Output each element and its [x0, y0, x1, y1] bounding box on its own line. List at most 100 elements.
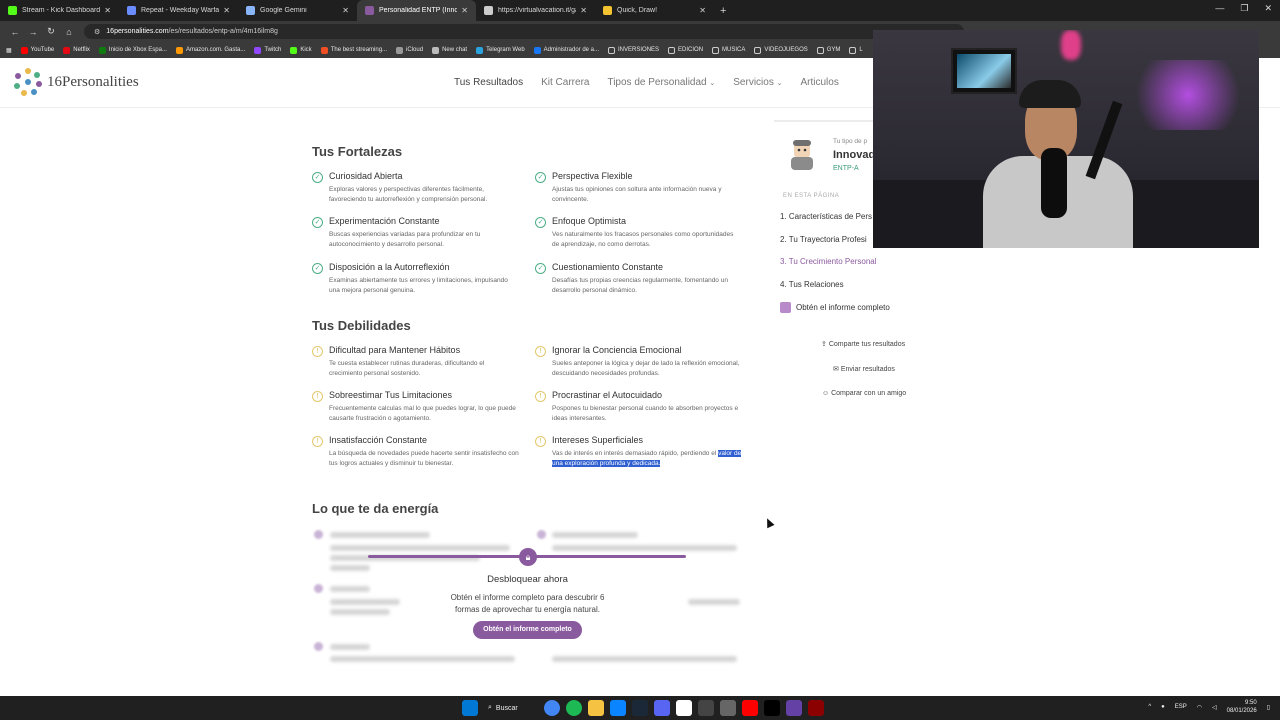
bookmark-item[interactable]: YouTube [20, 46, 54, 54]
home-icon[interactable]: ⌂ [60, 27, 78, 37]
bookmark-item[interactable]: iCloud [396, 46, 423, 54]
close-icon[interactable]: ✕ [580, 6, 587, 15]
bookmark-item[interactable]: New chat [432, 46, 467, 54]
close-window-icon[interactable]: ✕ [1264, 3, 1272, 14]
wifi-icon[interactable]: ◠ [1197, 704, 1202, 711]
main-nav: Tus Resultados Kit Carrera Tipos de Pers… [454, 77, 839, 88]
chevron-up-icon[interactable]: ^ [1148, 704, 1151, 710]
app-icon[interactable] [720, 700, 736, 716]
bookmark-folder[interactable]: GYM [816, 46, 840, 54]
amazon-icon [175, 46, 183, 54]
bookmark-folder[interactable]: EDICION [668, 46, 703, 54]
url-field[interactable]: ⚙ 16personalities.com/es/resultados/entp… [84, 24, 964, 39]
twitch-icon[interactable] [786, 700, 802, 716]
nav-kit-carrera[interactable]: Kit Carrera [541, 77, 589, 88]
browser-tab-bar: Stream - Kick Dashboard ✕ Repeat - Weekda… [0, 0, 1280, 21]
toc-item-caracteristicas[interactable]: 1. Características de Pers [780, 212, 872, 221]
bookmark-item[interactable]: The best streaming... [320, 46, 387, 54]
get-full-report-button[interactable]: Obtén el informe completo [473, 621, 582, 639]
bookmark-item[interactable]: Telegram Web [476, 46, 525, 54]
bookmark-item[interactable]: Administrador de a... [533, 46, 599, 54]
volume-icon[interactable]: ◁ [1212, 704, 1217, 711]
new-tab-button[interactable]: + [720, 5, 726, 17]
alert-icon: ! [535, 436, 546, 447]
obs-icon[interactable] [698, 700, 714, 716]
chrome-icon[interactable] [544, 700, 560, 716]
site-info-icon[interactable]: ⚙ [94, 28, 100, 36]
browser-tab[interactable]: Quick, Draw! ✕ [595, 0, 714, 21]
alert-icon: ! [535, 346, 546, 357]
forward-icon[interactable]: → [24, 27, 42, 37]
discord-icon[interactable] [654, 700, 670, 716]
microphone-icon[interactable]: ● [1161, 704, 1165, 710]
spotify-icon[interactable] [566, 700, 582, 716]
taskbar-search[interactable]: ⌕ Buscar [488, 704, 534, 712]
bookmark-item[interactable]: Netflix [63, 46, 90, 54]
weakness-desc-selected[interactable]: Vas de interés en interés demasiado rápi… [552, 449, 742, 469]
minimize-icon[interactable]: — [1215, 3, 1224, 14]
webcam-overlay [873, 30, 1259, 248]
bookmark-item[interactable]: Twitch [254, 46, 281, 54]
clock[interactable]: 9:50 08/01/2026 [1227, 699, 1257, 715]
youtube-icon[interactable] [742, 700, 758, 716]
browser-tab[interactable]: Google Gemini ✕ [238, 0, 357, 21]
windows-start-icon[interactable] [462, 700, 478, 716]
close-icon[interactable]: ✕ [699, 6, 706, 15]
close-icon[interactable]: ✕ [461, 6, 468, 15]
mail-icon: ✉ [833, 366, 839, 373]
sidebar-report-link[interactable]: Obtén el informe completo [780, 302, 890, 313]
browser-tab[interactable]: https://virtualvacation.it/game✕ [476, 0, 595, 21]
notifications-icon[interactable]: ▯ [1267, 704, 1270, 711]
folder-icon [849, 46, 857, 54]
bookmark-folder[interactable]: MUSICA [712, 46, 745, 54]
explorer-icon[interactable] [588, 700, 604, 716]
type-label: Tu tipo de p [833, 138, 868, 145]
check-icon: ✓ [535, 172, 546, 183]
twitch-icon [254, 46, 262, 54]
url-path: /es/resultados/entp-a/m/4m16ilm8g [168, 28, 278, 35]
language-indicator[interactable]: ESP [1175, 704, 1187, 710]
compare-friend-link[interactable]: ☺ Comparar con un amigo [822, 390, 906, 397]
kick-icon [290, 46, 298, 54]
back-icon[interactable]: ← [6, 27, 24, 37]
system-tray: ^ ● ESP ◠ ◁ 9:50 08/01/2026 ▯ [1148, 699, 1270, 715]
app-icon[interactable] [808, 700, 824, 716]
tiktok-icon[interactable] [764, 700, 780, 716]
browser-tab[interactable]: Repeat - Weekday Warfare - E✕ [119, 0, 238, 21]
steam-icon[interactable] [632, 700, 648, 716]
share-icon: ⇪ [821, 341, 827, 348]
nav-articulos[interactable]: Articulos [801, 77, 839, 88]
browser-tab-active[interactable]: Personalidad ENTP (Innovador)✕ [357, 0, 476, 21]
check-icon: ✓ [312, 172, 323, 183]
nav-servicios[interactable]: Servicios ⌄ [733, 77, 782, 88]
bookmark-item[interactable]: Amazon.com. Gasta... [175, 46, 245, 54]
close-icon[interactable]: ✕ [223, 6, 230, 15]
bookmark-item[interactable]: Inicio de Xbox Espa... [98, 46, 167, 54]
kick-icon [8, 6, 17, 15]
reload-icon[interactable]: ↻ [42, 26, 60, 37]
apps-icon[interactable]: ▦ [6, 47, 12, 54]
bookmark-folder[interactable]: INVERSIONES [608, 46, 659, 54]
bookmark-item[interactable]: Kick [290, 46, 312, 54]
clock-time: 9:50 [1245, 700, 1257, 706]
mouse-cursor-icon [763, 516, 775, 529]
bookmark-folder[interactable]: VIDEOJUEGOS [754, 46, 808, 54]
chevron-down-icon: ⌄ [776, 80, 783, 87]
browser-tab[interactable]: Stream - Kick Dashboard ✕ [0, 0, 119, 21]
close-icon[interactable]: ✕ [342, 6, 349, 15]
share-results-link[interactable]: ⇪ Comparte tus resultados [821, 340, 905, 348]
site-logo[interactable]: 16Personalities [14, 68, 139, 96]
close-icon[interactable]: ✕ [104, 6, 111, 15]
nav-tipos-personalidad[interactable]: Tipos de Personalidad ⌄ [607, 77, 715, 88]
nav-tus-resultados[interactable]: Tus Resultados [454, 77, 523, 88]
maximize-icon[interactable]: ❐ [1240, 3, 1248, 14]
toc-item-relaciones[interactable]: 4. Tus Relaciones [780, 280, 844, 289]
app-icon[interactable] [610, 700, 626, 716]
alert-icon: ! [312, 346, 323, 357]
toc-item-trayectoria[interactable]: 2. Tu Trayectoria Profesi [780, 235, 867, 244]
email-results-link[interactable]: ✉ Enviar resultados [833, 365, 895, 373]
bookmark-folder[interactable]: L [849, 46, 863, 54]
app-icon[interactable] [676, 700, 692, 716]
toc-item-crecimiento[interactable]: 3. Tu Crecimiento Personal [780, 257, 877, 266]
chevron-down-icon: ⌄ [709, 80, 716, 87]
